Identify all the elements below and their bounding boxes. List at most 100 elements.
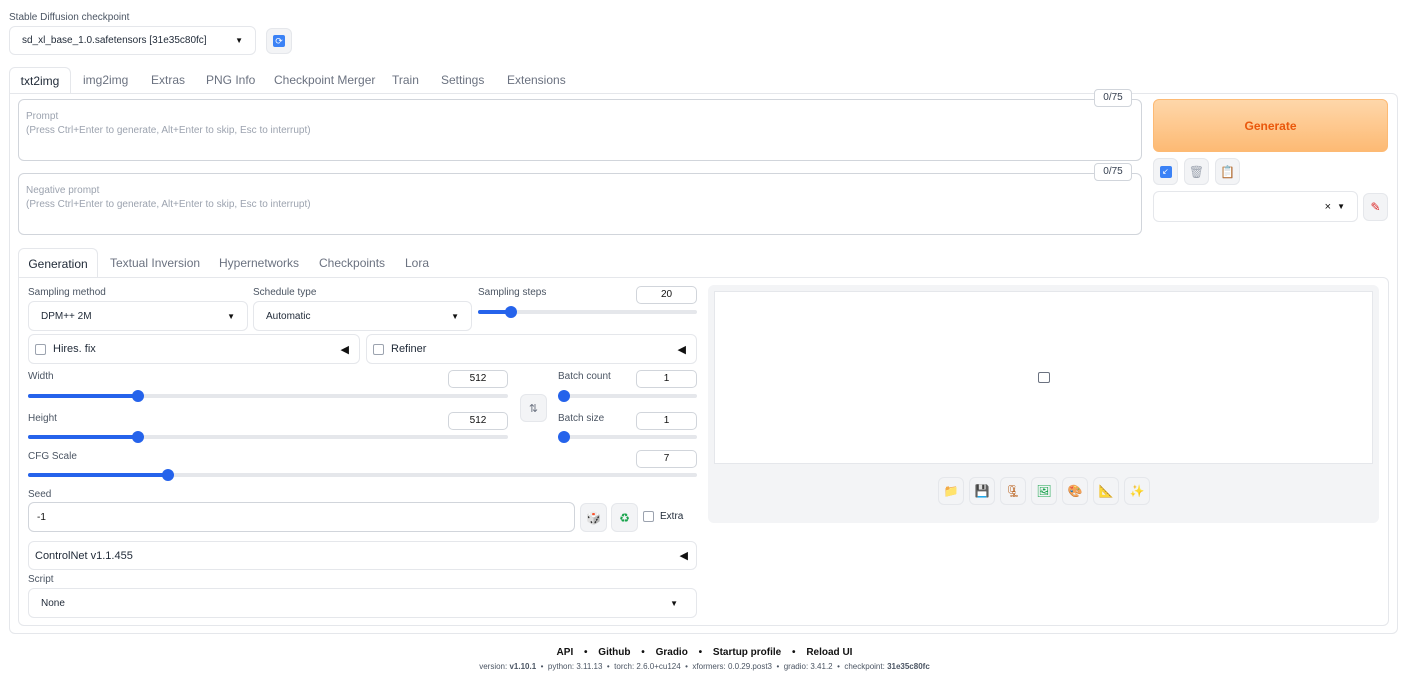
footer-link-api[interactable]: API xyxy=(557,647,574,658)
pencil-icon: ✎ xyxy=(1370,200,1381,214)
hires-fix-accordion[interactable]: Hires. fix ◀ xyxy=(28,334,360,364)
cfg-scale-label: CFG Scale xyxy=(28,451,77,462)
image-placeholder-icon xyxy=(1037,372,1050,383)
prompt-placeholder: (Press Ctrl+Enter to generate, Alt+Enter… xyxy=(26,125,311,136)
tab-png-info[interactable]: PNG Info xyxy=(206,67,255,94)
batch-count-label: Batch count xyxy=(558,371,611,382)
send-to-inpaint-button[interactable]: 🎨 xyxy=(1062,477,1088,505)
save-zip-button[interactable]: 🗜 xyxy=(1000,477,1026,505)
footer-link-startup-profile[interactable]: Startup profile xyxy=(713,647,781,658)
open-folder-button[interactable]: 📁 xyxy=(938,477,964,505)
slider-thumb[interactable] xyxy=(504,306,517,318)
seed-extra-toggle[interactable]: Extra xyxy=(643,511,683,522)
height-label: Height xyxy=(28,413,57,424)
script-value: None xyxy=(41,597,65,609)
checkpoint-dropdown[interactable]: sd_xl_base_1.0.safetensors [31e35c80fc] … xyxy=(9,26,256,55)
seed-extra-label: Extra xyxy=(660,511,684,522)
tab-img2img[interactable]: img2img xyxy=(83,67,128,94)
height-slider[interactable] xyxy=(28,431,508,443)
script-dropdown[interactable]: None ▼ xyxy=(28,588,697,618)
footer-separator: • xyxy=(698,647,703,658)
collapse-triangle-icon[interactable]: ◀ xyxy=(341,343,349,356)
tab-textual-inversion[interactable]: Textual Inversion xyxy=(110,248,200,278)
collapse-triangle-icon[interactable]: ◀ xyxy=(678,343,686,356)
seed-extra-checkbox[interactable] xyxy=(643,511,654,522)
archive-icon: 🗜 xyxy=(1005,484,1021,498)
footer-links: API • Github • Gradio • Startup profile … xyxy=(0,647,1409,658)
slider-thumb[interactable] xyxy=(558,390,570,402)
footer-separator: • xyxy=(685,662,688,671)
sampling-steps-input[interactable]: 20 xyxy=(636,286,697,304)
width-slider[interactable] xyxy=(28,390,508,402)
gradio-version: gradio: 3.41.2 xyxy=(783,662,833,671)
trash-icon: 🗑 xyxy=(1188,164,1205,179)
apply-style-button[interactable]: 📋 xyxy=(1215,158,1240,185)
refresh-icon: ⟳ xyxy=(273,35,285,47)
tab-lora[interactable]: Lora xyxy=(405,248,429,278)
tab-extras[interactable]: Extras xyxy=(151,67,185,94)
clear-icon[interactable]: × xyxy=(1325,201,1331,213)
tab-generation[interactable]: Generation xyxy=(18,248,98,278)
sampling-method-dropdown[interactable]: DPM++ 2M ▼ xyxy=(28,301,248,331)
tab-checkpoint-merger[interactable]: Checkpoint Merger xyxy=(274,67,375,94)
tab-extensions[interactable]: Extensions xyxy=(507,67,566,94)
refiner-checkbox[interactable] xyxy=(373,343,384,355)
python-version: python: 3.11.13 xyxy=(547,662,603,671)
batch-size-slider[interactable] xyxy=(558,431,697,443)
width-input[interactable]: 512 xyxy=(448,370,508,388)
output-gallery xyxy=(714,291,1373,464)
hires-fix-checkbox[interactable] xyxy=(35,343,46,355)
torch-version: torch: 2.6.0+cu124 xyxy=(614,662,681,671)
footer-link-gradio[interactable]: Gradio xyxy=(656,647,688,658)
chevron-down-icon: ▼ xyxy=(227,311,235,321)
sampling-steps-label: Sampling steps xyxy=(478,287,547,298)
tab-hypernetworks[interactable]: Hypernetworks xyxy=(219,248,299,278)
tab-train[interactable]: Train xyxy=(392,67,419,94)
refiner-accordion[interactable]: Refiner ◀ xyxy=(366,334,697,364)
seed-label: Seed xyxy=(28,489,52,500)
slider-fill xyxy=(28,394,139,398)
edit-styles-button[interactable]: ✎ xyxy=(1363,193,1388,221)
tab-txt2img[interactable]: txt2img xyxy=(9,67,71,94)
batch-count-slider[interactable] xyxy=(558,390,697,402)
reuse-seed-button[interactable]: ♻ xyxy=(611,503,638,532)
footer-link-github[interactable]: Github xyxy=(598,647,630,658)
batch-size-input[interactable]: 1 xyxy=(636,412,697,430)
batch-count-input[interactable]: 1 xyxy=(636,370,697,388)
negative-prompt-textarea[interactable]: Negative prompt (Press Ctrl+Enter to gen… xyxy=(18,173,1142,235)
prompt-textarea[interactable]: Prompt (Press Ctrl+Enter to generate, Al… xyxy=(18,99,1142,161)
random-seed-button[interactable]: 🎲 xyxy=(580,503,607,532)
styles-dropdown[interactable]: × ▼ xyxy=(1153,191,1358,222)
floppy-disk-icon: 💾 xyxy=(974,484,990,498)
clear-prompt-button[interactable]: 🗑 xyxy=(1184,158,1209,185)
height-input[interactable]: 512 xyxy=(448,412,508,430)
controlnet-accordion[interactable]: ControlNet v1.1.455 ◀ xyxy=(28,541,697,570)
footer-separator: • xyxy=(540,662,544,671)
read-params-button[interactable]: ↙ xyxy=(1153,158,1178,185)
sampling-steps-slider[interactable] xyxy=(478,306,697,318)
recycle-icon: ♻ xyxy=(619,510,630,525)
upscale-button[interactable]: ✨ xyxy=(1124,477,1150,505)
generate-label: Generate xyxy=(1244,118,1297,133)
seed-value: -1 xyxy=(37,511,46,523)
send-to-extras-button[interactable]: 📐 xyxy=(1093,477,1119,505)
generate-button[interactable]: Generate xyxy=(1153,99,1388,152)
schedule-type-value: Automatic xyxy=(266,310,311,322)
send-to-img2img-button[interactable]: 🖼 xyxy=(1031,477,1057,505)
swap-arrows-icon: ⇅ xyxy=(528,402,539,415)
swap-dimensions-button[interactable]: ⇅ xyxy=(520,394,547,422)
seed-input[interactable]: -1 xyxy=(28,502,575,532)
slider-thumb[interactable] xyxy=(558,431,570,443)
save-button[interactable]: 💾 xyxy=(969,477,995,505)
checkpoint-label: Stable Diffusion checkpoint xyxy=(9,12,130,23)
footer-link-reload-ui[interactable]: Reload UI xyxy=(806,647,852,658)
refresh-checkpoint-button[interactable]: ⟳ xyxy=(266,28,292,54)
cfg-scale-slider[interactable] xyxy=(28,469,697,481)
tab-checkpoints[interactable]: Checkpoints xyxy=(319,248,385,278)
collapse-triangle-icon[interactable]: ◀ xyxy=(680,549,688,562)
schedule-type-dropdown[interactable]: Automatic ▼ xyxy=(253,301,472,331)
cfg-scale-input[interactable]: 7 xyxy=(636,450,697,468)
footer-version-info: version: v1.10.1 • python: 3.11.13 • tor… xyxy=(0,662,1409,671)
tab-settings[interactable]: Settings xyxy=(441,67,484,94)
checkpoint-value: sd_xl_base_1.0.safetensors [31e35c80fc] xyxy=(22,35,207,46)
